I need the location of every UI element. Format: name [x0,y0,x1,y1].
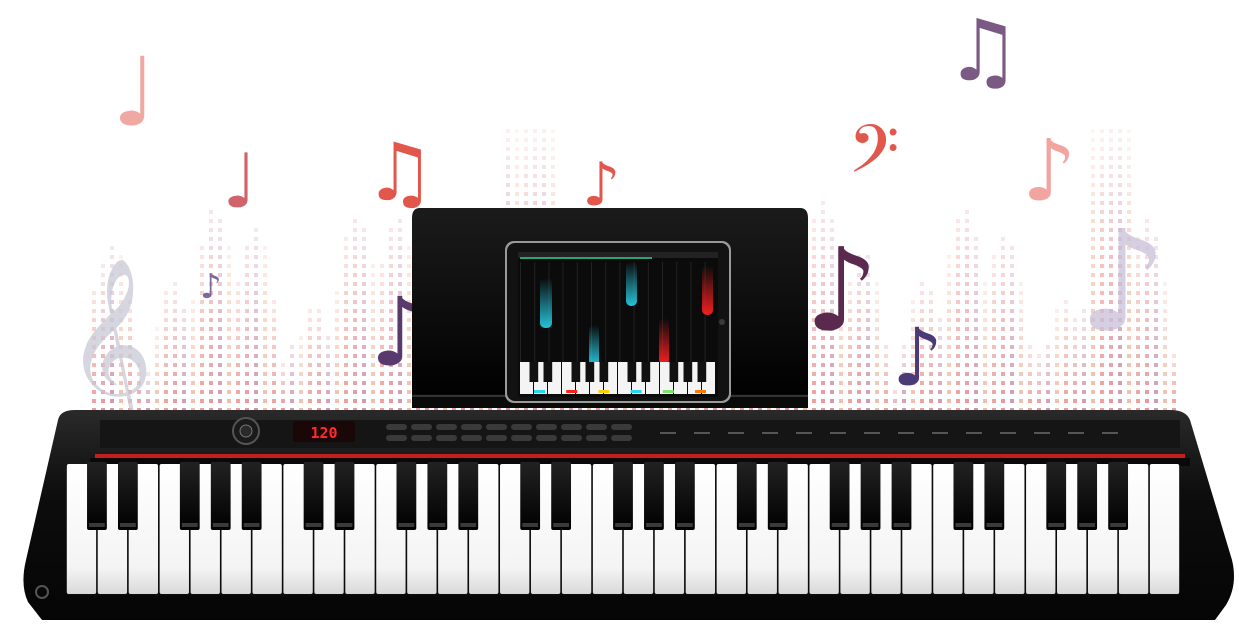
quarter-note-icon: ♩ [112,38,157,148]
quarter-note-icon: ♪ [1078,201,1167,364]
black-key[interactable] [427,462,448,530]
black-key[interactable] [210,462,231,530]
black-key[interactable] [87,462,107,530]
black-key[interactable] [891,462,912,530]
black-key[interactable] [736,462,757,530]
beamed-notes-icon: ♫ [364,126,436,219]
quarter-note-icon: ♪ [1022,122,1076,221]
black-key[interactable] [179,462,200,530]
quarter-note-icon: ♪ [200,267,222,307]
black-key[interactable] [860,462,881,530]
black-key[interactable] [767,462,788,530]
tempo-display: 120 [310,424,337,442]
black-key[interactable] [953,462,974,530]
eighth-note-icon: ♪ [805,224,878,358]
digital-keyboard: 120 [23,410,1234,620]
black-key[interactable] [551,462,572,530]
white-key[interactable] [1149,464,1180,594]
tablet [505,241,731,403]
eighth-note-icon: ♪ [892,311,943,404]
beamed-notes-icon: ♫ [945,2,1021,101]
black-key[interactable] [241,462,262,530]
black-key[interactable] [334,462,355,530]
keyboard-product-scene: 𝄞 ♩ ♩ ♫ ♪ ♫ 𝄢 ♪ ♪ ♪ ♪ ♪ ♪ 120 [0,0,1239,631]
black-key[interactable] [1077,462,1098,530]
black-key[interactable] [117,462,138,530]
black-key[interactable] [644,462,664,530]
black-key[interactable] [458,462,479,530]
quarter-note-icon: ♩ [222,137,257,225]
black-key[interactable] [303,462,324,530]
black-key[interactable] [613,462,633,530]
black-key[interactable] [396,462,417,530]
black-key[interactable] [1108,462,1129,530]
black-key[interactable] [1046,462,1067,530]
black-key[interactable] [520,462,541,530]
black-key[interactable] [984,462,1005,530]
black-key[interactable] [829,462,850,530]
bass-clef-icon: 𝄢 [848,111,899,204]
black-key[interactable] [674,462,695,530]
